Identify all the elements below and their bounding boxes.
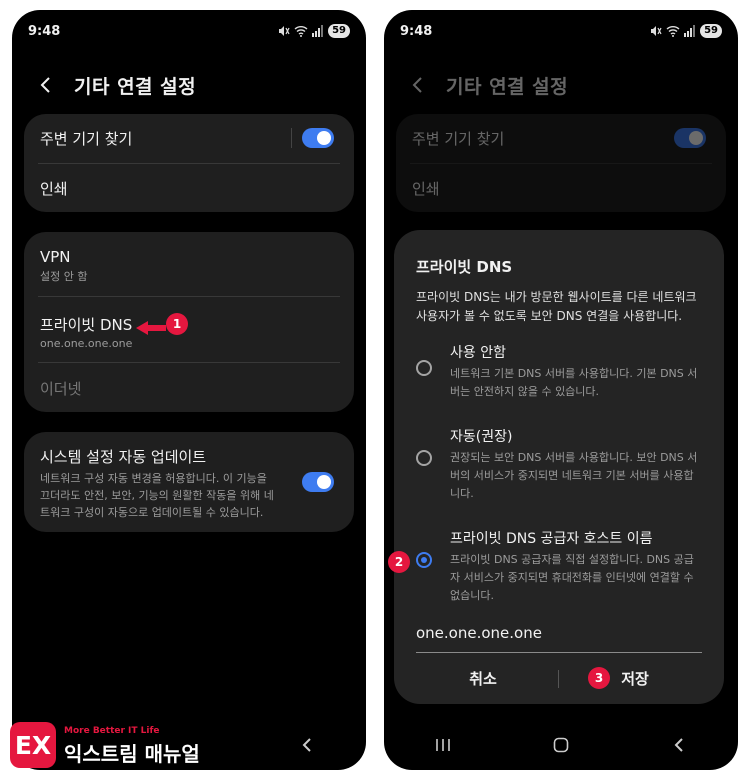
- setting-private-dns[interactable]: 프라이빗 DNS one.one.one.one: [24, 314, 354, 350]
- toggle-knob: [689, 131, 703, 145]
- nearby-devices-toggle[interactable]: [302, 128, 334, 148]
- nearby-devices-label: 주변 기기 찾기: [40, 130, 133, 148]
- option-auto-desc: 권장되는 보안 DNS 서버를 사용합니다. 보안 DNS 서버의 서비스가 중…: [450, 451, 698, 500]
- status-time: 9:48: [400, 24, 433, 39]
- nav-recents[interactable]: [423, 730, 463, 760]
- ethernet-label: 이더넷: [40, 380, 82, 398]
- nearby-devices-label: 주변 기기 찾기: [412, 130, 505, 148]
- vpn-label: VPN: [40, 248, 71, 266]
- app-bar: 기타 연결 설정: [36, 70, 350, 100]
- radio-hostname[interactable]: [416, 552, 432, 568]
- print-label: 인쇄: [412, 180, 440, 198]
- watermark-name: 익스트림 매뉴얼: [64, 742, 200, 766]
- watermark: EX More Better IT Life 익스트림 매뉴얼: [10, 722, 210, 770]
- home-icon: [553, 737, 569, 753]
- navigation-bar: [384, 720, 738, 770]
- setting-vpn[interactable]: VPN 설정 안 함: [24, 248, 354, 284]
- dialog-description: 프라이빗 DNS는 내가 방문한 웹사이트를 다른 네트워크 사용자가 볼 수 …: [416, 290, 697, 323]
- signal-icon: [312, 25, 324, 37]
- divider: [38, 163, 340, 164]
- card-network-options: VPN 설정 안 함 프라이빗 DNS one.one.one.one 이더넷: [24, 232, 354, 412]
- watermark-logo: EX: [10, 722, 56, 768]
- back-arrow-icon: [412, 77, 422, 93]
- card-auto-update: 시스템 설정 자동 업데이트 네트워크 구성 자동 변경을 허용합니다. 이 기…: [24, 432, 354, 532]
- option-off-label: 사용 안함: [450, 345, 506, 361]
- private-dns-label: 프라이빗 DNS: [40, 316, 133, 334]
- divider: [410, 163, 712, 164]
- status-bar: 9:48 59: [28, 24, 350, 44]
- step-badge-3: 3: [588, 667, 610, 689]
- signal-icon: [684, 25, 696, 37]
- nav-back-icon: [674, 738, 683, 752]
- battery-indicator: 59: [328, 24, 350, 38]
- private-dns-value: one.one.one.one: [40, 337, 133, 350]
- dialog-buttons: 취소 저장: [394, 656, 724, 700]
- card-nearby-print: 주변 기기 찾기 인쇄: [396, 114, 726, 212]
- private-dns-dialog: 프라이빗 DNS 프라이빗 DNS는 내가 방문한 웹사이트를 다른 네트워크 …: [394, 230, 724, 704]
- button-separator: [558, 670, 559, 688]
- auto-update-toggle[interactable]: [302, 472, 334, 492]
- nav-back[interactable]: [287, 730, 327, 760]
- mute-icon: [279, 26, 290, 36]
- step-badge-2: 2: [388, 551, 410, 573]
- toggle-knob: [317, 475, 331, 489]
- phone-screen-settings: 9:48 59 기타 연결 설정 주변 기기 찾기 인쇄 VPN 설정 안 함 …: [12, 10, 366, 770]
- phone-screen-dialog: 9:48 59 기타 연결 설정 주변 기기 찾기 인쇄 프라이빗 DNS 프라…: [384, 10, 738, 770]
- radio-off[interactable]: [416, 360, 432, 376]
- option-hostname[interactable]: 프라이빗 DNS 공급자 호스트 이름 프라이빗 DNS 공급자를 직접 설정합…: [416, 528, 702, 608]
- radio-auto[interactable]: [416, 450, 432, 466]
- vpn-status: 설정 안 함: [40, 270, 88, 283]
- dialog-title: 프라이빗 DNS: [416, 258, 513, 276]
- hostname-input[interactable]: one.one.one.one: [416, 620, 702, 653]
- option-auto-label: 자동(권장): [450, 429, 513, 445]
- cancel-button[interactable]: 취소: [408, 656, 558, 700]
- option-auto[interactable]: 자동(권장) 권장되는 보안 DNS 서버를 사용합니다. 보안 DNS 서버의…: [416, 426, 702, 506]
- status-time: 9:48: [28, 24, 61, 39]
- divider: [38, 362, 340, 363]
- back-arrow-icon[interactable]: [36, 75, 56, 95]
- page-title: 기타 연결 설정: [74, 75, 197, 98]
- toggle-separator: [291, 128, 292, 148]
- nav-home[interactable]: [541, 730, 581, 760]
- status-icons: 59: [278, 24, 350, 38]
- setting-print[interactable]: 인쇄: [24, 178, 354, 199]
- status-icons: 59: [650, 24, 722, 38]
- nearby-devices-toggle: [674, 128, 706, 148]
- recents-icon: [436, 739, 450, 751]
- setting-ethernet: 이더넷: [24, 378, 354, 399]
- wifi-icon: [294, 26, 308, 37]
- step-badge-1: 1: [166, 313, 188, 335]
- nav-back[interactable]: [659, 730, 699, 760]
- card-nearby-print: 주변 기기 찾기 인쇄: [24, 114, 354, 212]
- save-button[interactable]: 저장: [560, 656, 710, 700]
- setting-print: 인쇄: [396, 178, 726, 199]
- status-bar: 9:48 59: [400, 24, 722, 44]
- option-off[interactable]: 사용 안함 네트워크 기본 DNS 서버를 사용합니다. 기본 DNS 서버는 …: [416, 342, 702, 402]
- auto-update-label: 시스템 설정 자동 업데이트: [40, 448, 207, 466]
- option-hostname-label: 프라이빗 DNS 공급자 호스트 이름: [450, 531, 653, 547]
- option-off-desc: 네트워크 기본 DNS 서버를 사용합니다. 기본 DNS 서버는 안전하지 않…: [450, 367, 698, 398]
- pointer-arrow-icon: [136, 321, 166, 335]
- nav-back-icon: [302, 738, 311, 752]
- print-label: 인쇄: [40, 180, 68, 198]
- wifi-icon: [666, 26, 680, 37]
- battery-indicator: 59: [700, 24, 722, 38]
- auto-update-description: 네트워크 구성 자동 변경을 허용합니다. 이 기능을 끄더라도 안전, 보안,…: [40, 472, 274, 519]
- option-hostname-desc: 프라이빗 DNS 공급자를 직접 설정합니다. DNS 공급자 서비스가 중지되…: [450, 553, 694, 602]
- setting-auto-update[interactable]: 시스템 설정 자동 업데이트 네트워크 구성 자동 변경을 허용합니다. 이 기…: [24, 446, 294, 521]
- app-bar: 기타 연결 설정: [408, 70, 722, 100]
- watermark-tagline: More Better IT Life: [64, 726, 160, 736]
- page-title: 기타 연결 설정: [446, 75, 569, 98]
- divider: [38, 296, 340, 297]
- hostname-value: one.one.one.one: [416, 624, 542, 642]
- toggle-knob: [317, 131, 331, 145]
- mute-icon: [651, 26, 662, 36]
